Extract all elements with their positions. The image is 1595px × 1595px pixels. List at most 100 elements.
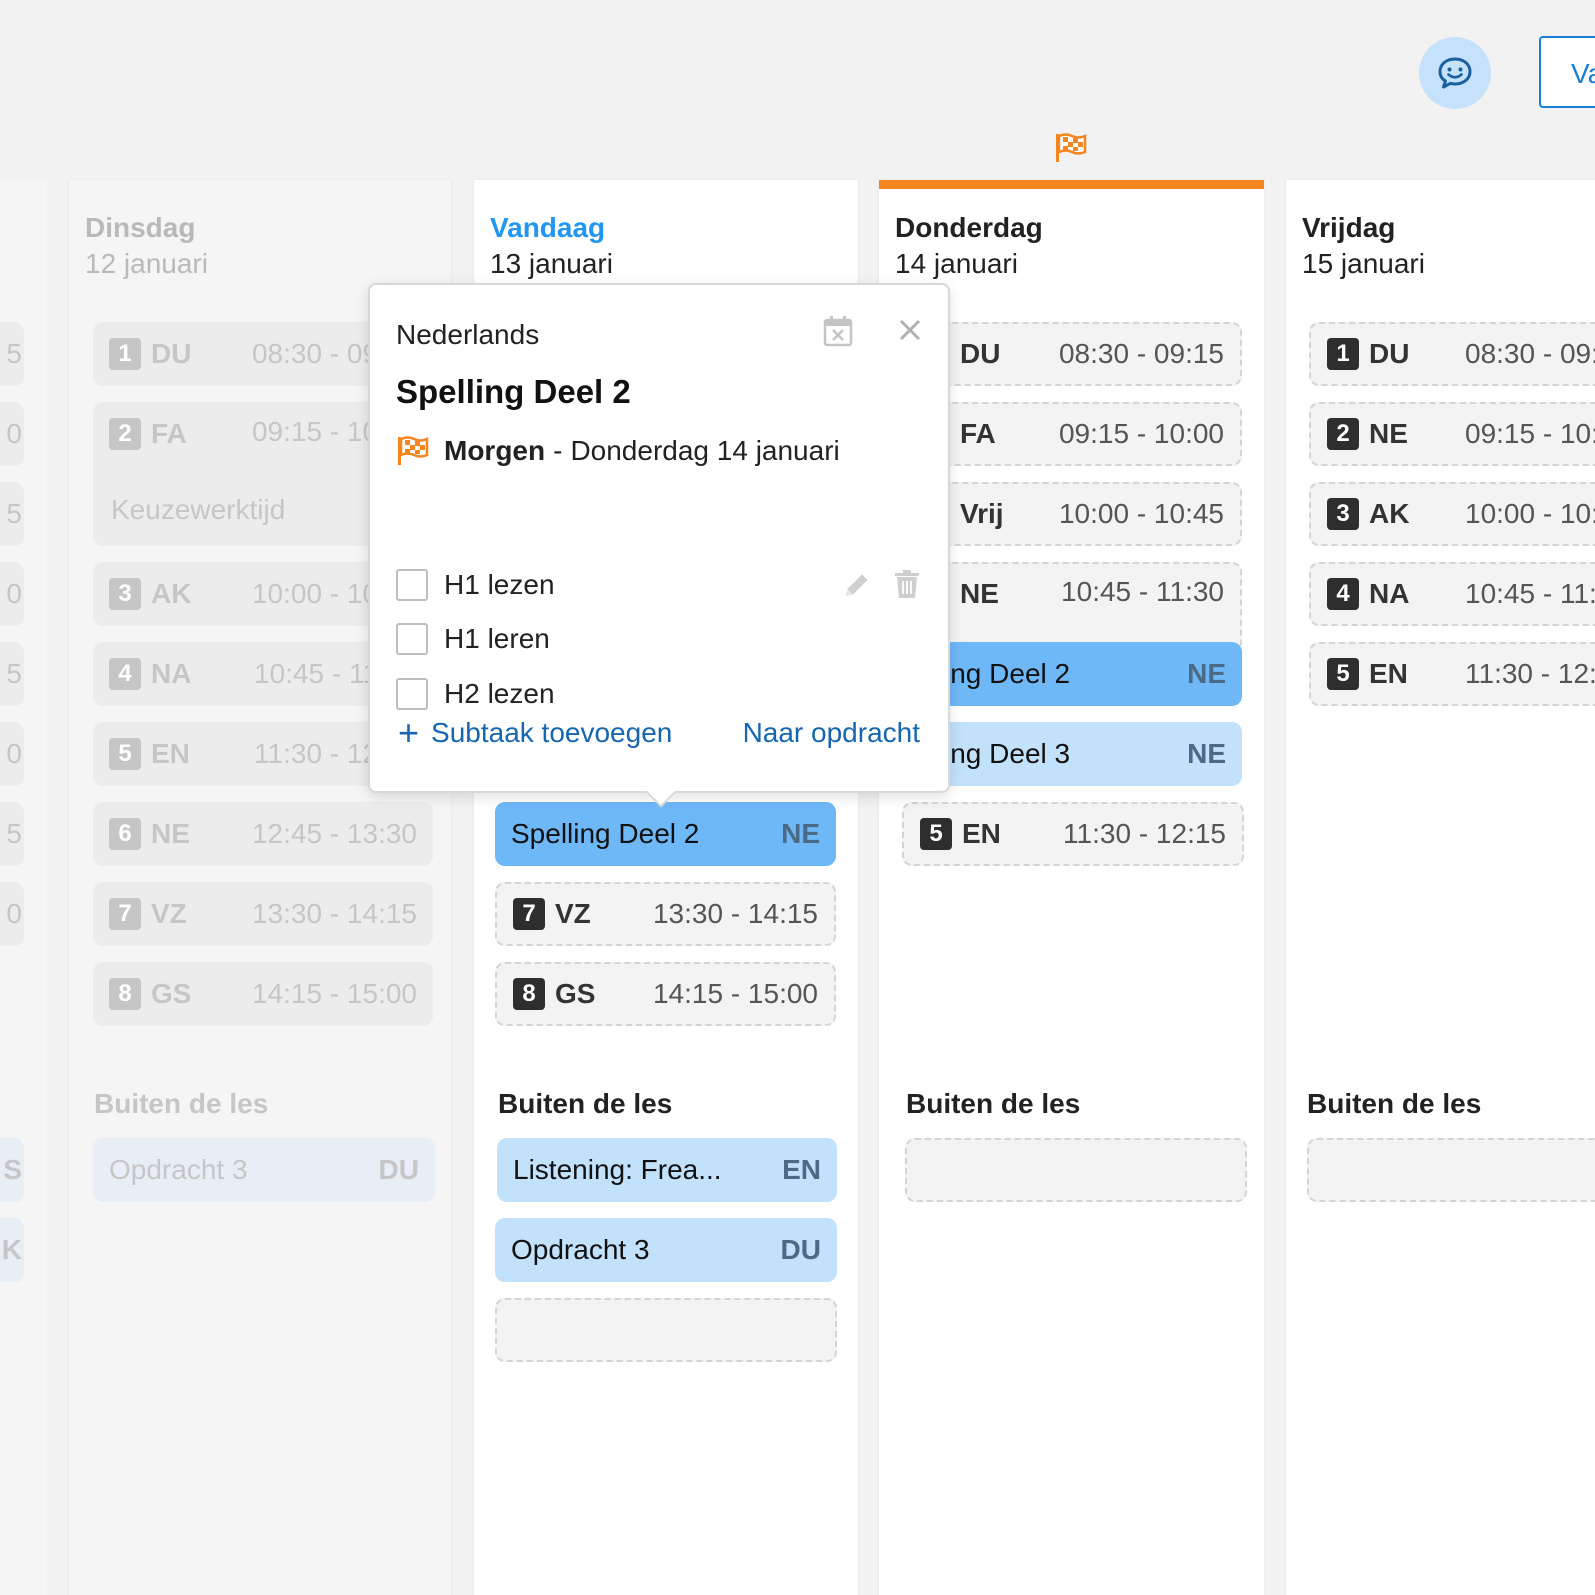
lesson-subject: GS — [555, 978, 596, 1009]
add-subtask-button[interactable]: + Subtaak toevoegen — [398, 715, 672, 751]
deadline-date: Donderdag 14 januari — [570, 435, 840, 466]
add-task-dropzone[interactable] — [1307, 1138, 1595, 1202]
lesson-subject: NE — [960, 578, 999, 609]
lesson-time: 11:30 - 12:15 — [1465, 658, 1595, 689]
deadline-separator: - — [553, 435, 563, 466]
task-code: DU — [780, 1234, 821, 1265]
lesson-time-fragment: 0 — [0, 402, 24, 466]
lesson-time: 10:00 - 10:45 — [1465, 498, 1595, 529]
lesson-slot[interactable]: 5 EN 11:30 - 12:15 — [1309, 642, 1595, 706]
chat-smiley-icon — [1438, 57, 1472, 89]
task-fragment[interactable]: S — [0, 1138, 24, 1202]
lesson-subject: GS — [151, 978, 192, 1009]
go-to-task-link[interactable]: Naar opdracht — [743, 717, 920, 749]
lesson-subject: EN — [962, 818, 1001, 849]
popover-title: Spelling Deel 2 — [396, 373, 631, 410]
task-card[interactable]: Opdracht 3 DU — [495, 1218, 837, 1282]
pencil-icon[interactable] — [842, 570, 872, 600]
subtask-row: H2 lezen — [396, 678, 555, 710]
task-title: Opdracht 3 — [109, 1154, 248, 1185]
task-card[interactable]: Listening: Frea... EN — [497, 1138, 837, 1202]
subtask-row: H1 lezen — [396, 569, 555, 601]
task-card-selected[interactable]: Spelling Deel 2 NE — [495, 802, 836, 866]
lesson-time-fragment: 5 — [0, 482, 24, 546]
lesson-time: 10:00 - 10:45 — [1058, 498, 1224, 529]
lesson-number: 1 — [109, 338, 141, 370]
lesson-number: 3 — [1327, 498, 1359, 530]
add-task-dropzone[interactable] — [495, 1298, 837, 1362]
lesson-subject: VZ — [151, 898, 187, 929]
lesson-time-fragment: 5 — [0, 802, 24, 866]
add-task-dropzone[interactable] — [905, 1138, 1247, 1202]
lesson-subject: DU — [151, 338, 192, 369]
lesson-subject: EN — [151, 738, 190, 769]
lesson-slot[interactable]: 2 NE 09:15 - 10:00 — [1309, 402, 1595, 466]
lesson-number: 4 — [109, 658, 141, 690]
lesson-slot[interactable]: FA 09:15 - 10:00 — [902, 402, 1242, 466]
lesson-number: 5 — [920, 818, 952, 850]
subtask-label: H1 leren — [444, 623, 550, 654]
lesson-subject: Vrij — [960, 498, 1004, 529]
lesson-slot[interactable]: 8 GS 14:15 - 15:00 — [93, 962, 433, 1026]
close-icon[interactable] — [899, 319, 921, 341]
task-code: NE — [1187, 658, 1226, 689]
task-popover: Nederlands Spelling Deel 2 Morgen - Dond… — [368, 283, 950, 808]
day-column-friday: Vrijdag 15 januari 1 DU 08:30 - 09:15 2 … — [1286, 180, 1595, 1595]
day-name: Dinsdag — [85, 212, 196, 243]
day-header: Donderdag 14 januari — [895, 212, 1043, 280]
task-card[interactable]: elling Deel 3 NE — [900, 722, 1242, 786]
lesson-number: 2 — [1327, 418, 1359, 450]
lesson-slot[interactable]: 4 NA 10:45 - 11:30 — [1309, 562, 1595, 626]
day-date: 12 januari — [85, 248, 208, 279]
top-right-button[interactable]: Va — [1539, 36, 1595, 108]
lesson-number: 5 — [1327, 658, 1359, 690]
subtask-label: H2 lezen — [444, 678, 555, 709]
subtask-label: H1 lezen — [444, 569, 555, 600]
lesson-slot[interactable]: DU 08:30 - 09:15 — [902, 322, 1242, 386]
lesson-time: 08:30 - 09:15 — [1058, 338, 1224, 369]
lesson-number: 3 — [109, 578, 141, 610]
lesson-slot[interactable]: 1 DU 08:30 - 09:15 — [1309, 322, 1595, 386]
lesson-slot[interactable]: 7 VZ 13:30 - 14:15 — [495, 882, 836, 946]
lesson-slot[interactable]: 5 EN 11:30 - 12:15 — [902, 802, 1244, 866]
lesson-number: 2 — [109, 418, 141, 450]
subtask-checkbox[interactable] — [396, 623, 428, 655]
chat-button[interactable] — [1419, 37, 1491, 109]
trash-icon[interactable] — [894, 569, 920, 599]
lesson-slot[interactable]: 8 GS 14:15 - 15:00 — [495, 962, 836, 1026]
day-header: Vrijdag 15 januari — [1302, 212, 1425, 280]
lesson-time: 09:15 - 10:00 — [1465, 418, 1595, 449]
task-card[interactable]: elling Deel 2 NE — [900, 642, 1242, 706]
outside-lesson-heading: Buiten de les — [906, 1088, 1081, 1119]
lesson-time: 13:30 - 14:15 — [652, 898, 818, 929]
plus-icon: + — [398, 712, 420, 753]
calendar-remove-icon[interactable] — [823, 315, 853, 347]
lesson-number: 6 — [109, 818, 141, 850]
task-title: Listening: Frea... — [513, 1154, 722, 1185]
lesson-slot[interactable]: 7 VZ 13:30 - 14:15 — [93, 882, 433, 946]
lesson-number: 1 — [1327, 338, 1359, 370]
lesson-subject: FA — [151, 418, 187, 449]
lesson-subject: DU — [960, 338, 1001, 369]
lesson-number: 4 — [1327, 578, 1359, 610]
lesson-subject: NA — [1369, 578, 1410, 609]
lesson-time-fragment: 0 — [0, 882, 24, 946]
day-date: 14 januari — [895, 248, 1018, 279]
task-card[interactable]: Opdracht 3 DU — [93, 1138, 435, 1202]
subtask-checkbox[interactable] — [396, 678, 428, 710]
subtask-checkbox[interactable] — [396, 569, 428, 601]
lesson-slot[interactable]: 6 NE 12:45 - 13:30 — [93, 802, 433, 866]
lesson-time-fragment: 5 — [0, 642, 24, 706]
lesson-time: 11:30 - 12:15 — [1063, 818, 1226, 849]
lesson-number: 8 — [109, 978, 141, 1010]
outside-lesson-heading: Buiten de les — [1307, 1088, 1482, 1119]
task-code: EN — [782, 1154, 821, 1185]
lesson-time: 08:30 - 09:15 — [1465, 338, 1595, 369]
lesson-time-fragment: 5 — [0, 322, 24, 386]
lesson-subject: NA — [151, 658, 192, 689]
outside-lesson-heading: Buiten de les — [94, 1088, 269, 1119]
lesson-slot[interactable]: 3 AK 10:00 - 10:45 — [1309, 482, 1595, 546]
lesson-slot[interactable]: Vrij 10:00 - 10:45 — [902, 482, 1242, 546]
task-fragment[interactable]: K — [0, 1218, 24, 1282]
monday-column-fragment: 5 0 5 0 5 0 5 0 S K — [0, 180, 47, 1595]
